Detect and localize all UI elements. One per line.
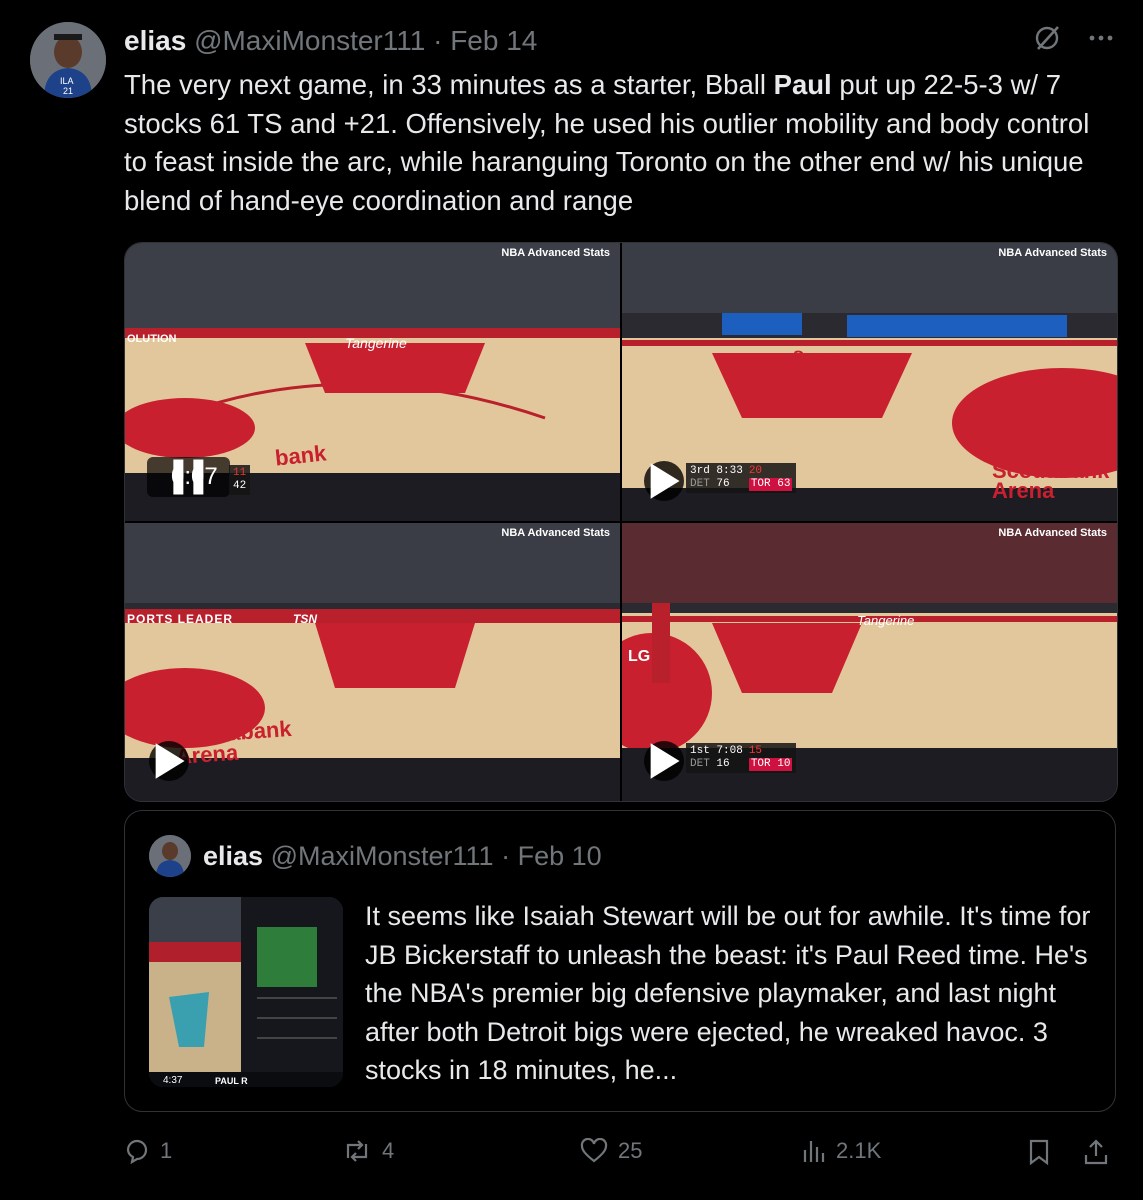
quoted-author-avatar[interactable] [149,835,191,877]
repost-count: 4 [382,1138,395,1163]
views-count: 2.1K [836,1138,882,1163]
shot-clock: 15 [748,745,763,757]
video-2[interactable]: NBA Advanced Stats Scotiabank Scotiabank… [622,243,1117,521]
watermark: NBA Advanced Stats [998,247,1107,259]
header-separator: · [433,25,443,56]
court-text-tsn: TSN [293,612,317,626]
like-button[interactable]: 25 [580,1138,642,1164]
repost-button[interactable]: 4 [342,1138,394,1164]
team-a: DET [690,478,710,490]
grok-icon[interactable] [1033,24,1061,57]
court-text-tangerine: Tangerine [857,613,915,628]
court-text-arena: Arena [992,478,1055,503]
reply-button[interactable]: 1 [124,1138,172,1164]
play-icon [650,743,680,779]
score-b: 42 [233,480,247,492]
reply-icon [126,1139,148,1164]
like-count: 25 [618,1138,643,1163]
svg-text:ILA: ILA [60,76,74,86]
share-icon [1084,1139,1108,1165]
court-text-ports-leader: PORTS LEADER [127,612,234,626]
quoted-date[interactable]: Feb 10 [518,841,602,871]
tweet-actions: 1 4 25 2.1K [124,1138,1114,1178]
court-text-bank: bank [273,440,328,471]
author-name[interactable]: elias [124,25,186,56]
play-button[interactable] [644,461,684,501]
more-icon[interactable] [1087,24,1115,57]
play-icon [155,743,185,779]
game-clock: 8:33 [716,465,743,477]
repost-icon [346,1140,368,1162]
watermark: NBA Advanced Stats [501,247,610,259]
quoted-header: elias @MaxiMonster111 · Feb 10 [203,839,602,873]
video-2-scorebox: 3rd 8:33 DET 76 20 TOR 63 [686,463,797,493]
watermark: NBA Advanced Stats [998,527,1107,539]
tweet-text-part: The very next game, in 33 minutes as a s… [124,69,774,100]
video-timer[interactable]: 0:07 [147,457,230,497]
header-actions [1033,24,1115,57]
scorebox-right: 15 TOR 10 [748,745,793,771]
bookmark-button[interactable] [1026,1138,1052,1166]
quoted-thumb-clock: 4:37 [163,1075,183,1086]
play-button[interactable] [644,741,684,781]
tweet-header: elias @MaxiMonster111 · Feb 14 [124,24,537,58]
score-a: 11 [233,467,247,479]
views-button[interactable]: 2.1K [800,1138,881,1164]
watermark: NBA Advanced Stats [501,527,610,539]
quoted-thumb-label: PAUL R [215,1076,248,1086]
media-grid: NBA Advanced Stats OLUTION bank Tangerin… [124,242,1118,802]
author-handle[interactable]: @MaxiMonster111 [194,25,425,56]
team-b: TOR [750,758,771,770]
quoted-author-name[interactable]: elias [203,841,263,871]
game-clock: 7:08 [716,745,743,757]
quarter: 1st [690,745,710,757]
share-button[interactable] [1082,1138,1110,1166]
bookmark-icon [1029,1139,1049,1166]
quoted-tweet-text: It seems like Isaiah Stewart will be out… [365,901,1091,1085]
court-text-lg: LG [628,648,651,665]
team-a-score: 16 [716,758,730,770]
play-icon [650,463,680,499]
quoted-tweet[interactable]: elias @MaxiMonster111 · Feb 10 4:37 PAUL… [124,810,1116,1112]
views-icon [803,1141,825,1162]
scorebox-left: 3rd 8:33 DET 76 [690,465,743,491]
video-1[interactable]: NBA Advanced Stats OLUTION bank Tangerin… [125,243,620,521]
video-1-scorebox: 11 42 [229,465,251,495]
video-4-scorebox: 1st 7:08 DET 16 15 TOR 10 [686,743,797,773]
scorebox-left: 1st 7:08 DET 16 [690,745,743,771]
author-avatar[interactable]: ILA 21 [30,22,106,98]
video-4[interactable]: NBA Advanced Stats LG Tangerine 1st 7:08… [622,523,1117,801]
tweet-text-bold: Paul [773,69,832,100]
video-3[interactable]: NBA Advanced Stats PORTS LEADER TSN Scot… [125,523,620,801]
quoted-separator: · [501,841,511,871]
quoted-author-handle[interactable]: @MaxiMonster111 [271,841,494,871]
court-text-tangerine: Tangerine [345,335,407,351]
team-b: TOR [750,478,771,490]
heart-icon [580,1138,608,1163]
team-a: DET [690,758,710,770]
court-text-scotia-bl: Scotiabank Arena [174,716,294,769]
play-button[interactable] [149,741,189,781]
svg-text:21: 21 [63,86,73,96]
reply-count: 1 [160,1138,173,1163]
shot-clock: 20 [748,465,763,477]
court-text-scotia-right: Scotiabank Arena [992,460,1109,503]
court-text-lution: OLUTION [127,333,177,345]
team-b-score: 10 [777,758,791,770]
team-b-score: 63 [777,478,791,490]
tweet-text: The very next game, in 33 minutes as a s… [124,66,1114,220]
scorebox-right: 20 TOR 63 [748,465,793,491]
team-a-score: 76 [716,478,730,490]
tweet-date[interactable]: Feb 14 [450,25,537,56]
quarter: 3rd [690,465,710,477]
quoted-media-thumbnail[interactable]: 4:37 PAUL R [149,897,343,1087]
